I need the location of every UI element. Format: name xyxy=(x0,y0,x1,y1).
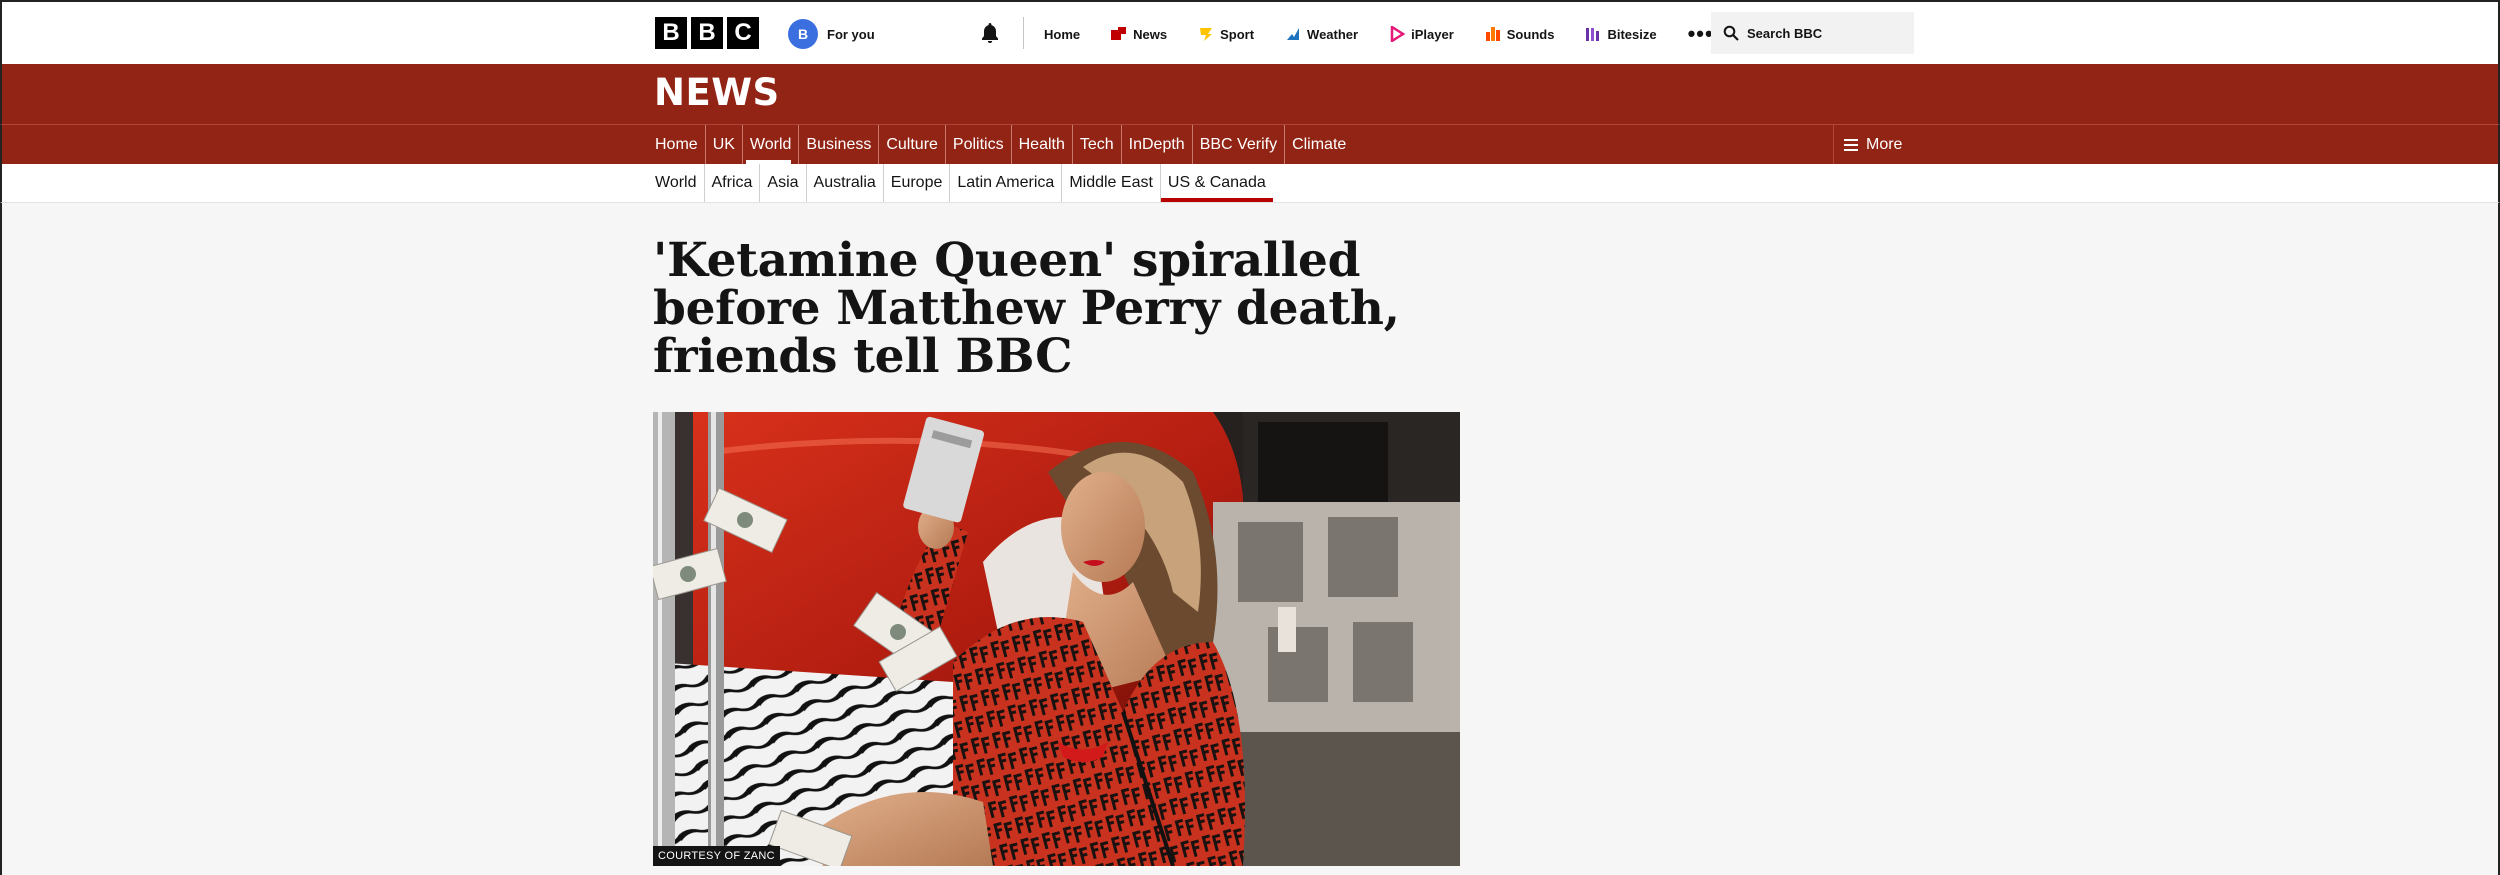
more-dots-button[interactable]: ••• xyxy=(1688,21,1714,47)
section-nav-indepth[interactable]: InDepth xyxy=(1122,125,1193,164)
topnav-sounds[interactable]: Sounds xyxy=(1485,26,1555,42)
bbc-logo[interactable]: B B C xyxy=(655,17,759,49)
sport-icon xyxy=(1200,28,1213,41)
section-nav-bbc-verify[interactable]: BBC Verify xyxy=(1193,125,1286,164)
for-you-button[interactable]: B For you xyxy=(788,19,875,49)
logo-letter: C xyxy=(727,17,759,49)
section-nav-home[interactable]: Home xyxy=(655,125,706,164)
topnav-home[interactable]: Home xyxy=(1044,27,1080,42)
menu-icon xyxy=(1844,138,1858,151)
topnav-sounds-label: Sounds xyxy=(1506,26,1555,42)
divider xyxy=(1023,17,1024,49)
section-nav-business[interactable]: Business xyxy=(799,125,880,164)
news-icon xyxy=(1111,27,1127,40)
subnav-europe[interactable]: Europe xyxy=(884,164,951,202)
subnav-asia[interactable]: Asia xyxy=(760,164,807,202)
more-label: More xyxy=(1866,135,1903,153)
more-menu-button[interactable]: More xyxy=(1833,125,1902,164)
subnav-australia[interactable]: Australia xyxy=(807,164,884,202)
news-logo[interactable]: NEWS xyxy=(654,71,780,114)
bell-icon[interactable] xyxy=(978,21,1002,45)
avatar: B xyxy=(788,19,818,49)
for-you-label: For you xyxy=(827,26,875,42)
subnav-latin-america[interactable]: Latin America xyxy=(950,164,1063,202)
topnav-home-label: Home xyxy=(1044,26,1081,42)
article-headline: 'Ketamine Queen' spiralled before Matthe… xyxy=(653,233,1400,384)
section-nav-tech[interactable]: Tech xyxy=(1073,125,1122,164)
section-nav-climate[interactable]: Climate xyxy=(1285,125,1353,164)
topnav-weather-label: Weather xyxy=(1307,26,1359,42)
topnav-news[interactable]: News xyxy=(1111,26,1167,42)
topnav-sport[interactable]: Sport xyxy=(1198,26,1254,42)
topnav-bitesize-label: Bitesize xyxy=(1607,26,1657,42)
iplayer-icon xyxy=(1390,26,1406,42)
logo-letter: B xyxy=(655,17,687,49)
news-banner: NEWS xyxy=(0,64,2500,124)
bbc-top-nav: Home News Sport Weather iPlayer Sounds B… xyxy=(1044,2,1745,66)
search-box[interactable]: Search BBC xyxy=(1711,12,1914,54)
hero-photo xyxy=(653,412,1460,866)
section-nav-world[interactable]: World xyxy=(743,125,800,164)
bitesize-icon xyxy=(1586,28,1600,41)
sub-nav: World Africa Asia Australia Europe Latin Amer… xyxy=(0,164,2500,203)
weather-icon xyxy=(1287,28,1300,40)
section-nav: Home UK World Business Culture Politics Health… xyxy=(0,124,2500,164)
logo-letter: B xyxy=(691,17,723,49)
subnav-middle-east[interactable]: Middle East xyxy=(1062,164,1161,202)
section-nav-uk[interactable]: UK xyxy=(706,125,743,164)
topnav-weather[interactable]: Weather xyxy=(1285,26,1358,42)
topnav-sport-label: Sport xyxy=(1220,26,1255,42)
section-nav-items: Home UK World Business Culture Politics Health… xyxy=(655,125,1353,164)
section-nav-culture[interactable]: Culture xyxy=(879,125,946,164)
bbc-masthead: B B C B For you Home News Sport Weather … xyxy=(0,0,2500,64)
image-caption: COURTESY OF ZANC xyxy=(653,846,780,866)
search-icon xyxy=(1723,25,1739,41)
topnav-iplayer-label: iPlayer xyxy=(1411,26,1454,42)
subnav-us-canada[interactable]: US & Canada xyxy=(1160,164,1273,202)
topnav-iplayer[interactable]: iPlayer xyxy=(1389,26,1454,42)
search-label: Search BBC xyxy=(1747,25,1823,41)
section-nav-politics[interactable]: Politics xyxy=(946,125,1012,164)
section-nav-health[interactable]: Health xyxy=(1012,125,1073,164)
topnav-news-label: News xyxy=(1133,26,1168,42)
hero-image[interactable]: COURTESY OF ZANC xyxy=(653,412,1460,866)
subnav-world[interactable]: World xyxy=(655,164,705,202)
sounds-icon xyxy=(1485,27,1500,41)
sub-nav-items: World Africa Asia Australia Europe Latin Amer… xyxy=(655,164,1273,202)
subnav-africa[interactable]: Africa xyxy=(705,164,761,202)
topnav-bitesize[interactable]: Bitesize xyxy=(1585,26,1657,42)
